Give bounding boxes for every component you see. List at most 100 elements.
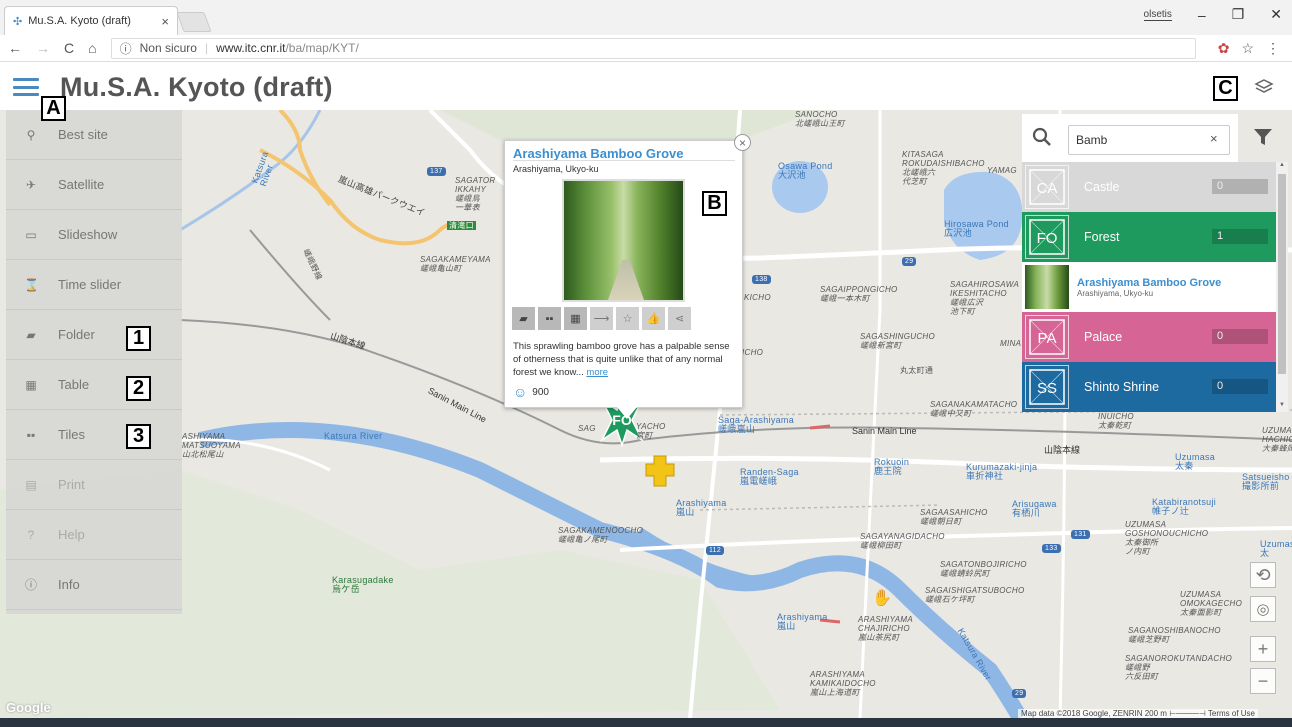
result-title: Arashiyama Bamboo Grove	[1077, 276, 1222, 289]
place-popup: Arashiyama Bamboo Grove Arashiyama, Ukyo…	[504, 140, 743, 419]
map-label: SAGAKAMEYAMA 嵯峨亀山町	[420, 255, 491, 273]
annotation-c: C	[1213, 76, 1238, 101]
category-count: 0	[1212, 179, 1268, 194]
browser-tab[interactable]: ✣ Mu.S.A. Kyoto (draft) ×	[4, 6, 178, 35]
category-scrollbar[interactable]: ▲ ▼	[1276, 162, 1288, 412]
map-label: SAGAHIROSAWA IKESHITACHO 嵯峨広沢 池下町	[950, 280, 1020, 316]
map-label: Satsueisho 撮影所前	[1242, 472, 1290, 491]
category-forest[interactable]: FO Forest 1	[1022, 212, 1276, 262]
zoom-out-button[interactable]: −	[1250, 668, 1276, 694]
map-label: Uzumasa 太秦	[1175, 452, 1216, 471]
map-label: MINA	[1000, 339, 1022, 348]
info-icon[interactable]: ⓘ	[120, 40, 132, 57]
svg-text:PA: PA	[1038, 330, 1057, 347]
map-label: Hirosawa Pond 広沢池	[944, 219, 1009, 238]
map-label: YACHO 宮町	[636, 422, 666, 440]
sidebar-item-satellite[interactable]: ✈ Satellite	[6, 160, 182, 210]
category-count: 0	[1212, 329, 1268, 344]
user-profile[interactable]: olsetis	[1143, 9, 1172, 21]
route-badge: 133	[1042, 544, 1061, 553]
side-menu: ⚲ Best site ✈ Satellite ▭ Slideshow ⌛ Time slid…	[6, 110, 182, 614]
sidebar-item-tiles[interactable]: ▪▪ Tiles	[6, 410, 182, 460]
search-clear-icon[interactable]: ×	[1210, 131, 1218, 146]
category-count: 0	[1212, 379, 1268, 394]
minimize-button[interactable]: –	[1198, 7, 1206, 23]
sidebar-item-table[interactable]: ▦ Table	[6, 360, 182, 410]
back-icon[interactable]: ←	[8, 40, 22, 56]
map-label: Katsura River	[324, 431, 383, 441]
sidebar-item-label: Best site	[58, 127, 108, 142]
map-label: 山陰本線	[1044, 445, 1081, 455]
annotation-b: B	[702, 191, 727, 216]
route-icon[interactable]: ⟶	[590, 307, 613, 330]
hourglass-icon: ⌛	[24, 277, 39, 292]
sidebar-item-info[interactable]: ⓘ Info	[6, 560, 182, 610]
map-attribution[interactable]: Map data ©2018 Google, ZENRIN 200 m ⊢───…	[1018, 709, 1258, 718]
sidebar-item-label: Table	[58, 377, 90, 392]
sidebar-item-best-site[interactable]: ⚲ Best site	[6, 110, 182, 160]
tiles-icon[interactable]: ▪▪	[538, 307, 561, 330]
forward-icon[interactable]: →	[36, 40, 50, 56]
share-icon[interactable]: ⋖	[668, 307, 691, 330]
browser-extensions: ✿ ☆ ⋮	[1218, 40, 1280, 57]
bookmark-star-icon[interactable]: ☆	[1241, 40, 1254, 57]
category-shinto-shrine[interactable]: SS Shinto Shrine 0	[1022, 362, 1276, 412]
sidebar-item-print[interactable]: ▤ Print	[6, 460, 182, 510]
extension-icon[interactable]: ✿	[1218, 40, 1230, 57]
search-input[interactable]	[1068, 125, 1230, 155]
popup-divider	[513, 160, 735, 161]
hamburger-menu-icon[interactable]	[13, 78, 39, 96]
close-window-button[interactable]: ✕	[1270, 6, 1282, 23]
bottom-bar	[0, 718, 1292, 727]
search-icon[interactable]	[1032, 127, 1052, 152]
map-label: KICHO	[744, 293, 771, 302]
route-badge: 112	[706, 546, 725, 555]
zoom-in-button[interactable]: +	[1250, 636, 1276, 662]
home-icon[interactable]: ⌂	[88, 40, 96, 56]
map-label: Rokuoin 鹿王院	[874, 457, 910, 476]
satellite-icon: ✈	[25, 177, 37, 192]
category-palace[interactable]: PA Palace 0	[1022, 312, 1276, 362]
table-icon[interactable]: ▦	[564, 307, 587, 330]
map-label: Arashiyama 嵐山	[777, 612, 828, 631]
map-label: SAGANOSHIBANOCHO 嵯峨芝野町	[1128, 626, 1221, 644]
map-label: SANOCHO 北嵯峨山王町	[795, 110, 845, 128]
map-label: Arashiyama 嵐山	[676, 498, 727, 517]
sidebar-item-slideshow[interactable]: ▭ Slideshow	[6, 210, 182, 260]
rotate-reset-button[interactable]: ⟲	[1250, 562, 1276, 588]
popup-title[interactable]: Arashiyama Bamboo Grove	[513, 146, 684, 161]
place-photo[interactable]	[562, 179, 685, 302]
maximize-button[interactable]: ❐	[1232, 6, 1245, 23]
category-label: Palace	[1084, 330, 1123, 344]
sidebar-item-help[interactable]: ? Help	[6, 510, 182, 560]
annotation-2: 2	[126, 376, 151, 401]
favorite-star-icon[interactable]: ☆	[616, 307, 639, 330]
omnibox[interactable]: ⓘ Non sicuro | www.itc.cnr.it/ba/map/KYT…	[110, 37, 1196, 59]
popup-close-button[interactable]: ×	[734, 134, 751, 151]
map-label: KITASAGA ROKUDAISHIBACHO 北嵯峨六 代芝町	[902, 150, 985, 186]
sidebar-item-label: Print	[58, 477, 85, 492]
tab-close-icon[interactable]: ×	[161, 14, 169, 29]
like-thumb-icon[interactable]: 👍	[642, 307, 665, 330]
category-badge-icon: CA	[1025, 165, 1069, 209]
browser-menu-icon[interactable]: ⋮	[1266, 40, 1280, 57]
sidebar-item-folder[interactable]: ▰ Folder	[6, 310, 182, 360]
svg-text:FO: FO	[1037, 230, 1058, 247]
sidebar-item-label: Slideshow	[58, 227, 118, 242]
map-label: Kurumazaki-jinja 車折神社	[966, 462, 1038, 481]
category-list: CA Castle 0 FO Forest 1 Arashiyama Bamboo Grov…	[1022, 162, 1276, 412]
layers-icon[interactable]	[1254, 78, 1274, 102]
sidebar-item-time-slider[interactable]: ⌛ Time slider	[6, 260, 182, 310]
reload-icon[interactable]: C	[64, 40, 74, 56]
popup-description-text: This sprawling bamboo grove has a palpab…	[513, 341, 730, 378]
map-label: ARASHIYAMA CHAJIRICHO 嵐山茶尻町	[858, 615, 914, 642]
my-location-button[interactable]: ◎	[1250, 596, 1276, 622]
more-link[interactable]: more	[586, 367, 608, 378]
filter-icon[interactable]	[1252, 126, 1274, 153]
slideshow-icon: ▭	[25, 227, 37, 242]
folder-icon[interactable]: ▰	[512, 307, 535, 330]
search-result-item[interactable]: Arashiyama Bamboo Grove Arashiyama, Ukyo-…	[1022, 262, 1276, 312]
category-castle[interactable]: CA Castle 0	[1022, 162, 1276, 212]
smiley-icon[interactable]: ☺	[513, 384, 527, 400]
map-label: Arisugawa 有栖川	[1012, 499, 1057, 518]
